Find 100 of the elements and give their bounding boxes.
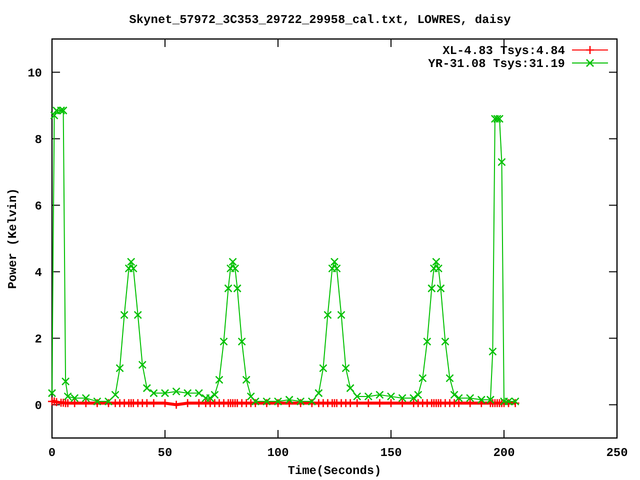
- data-point: [285, 396, 294, 404]
- data-point: [409, 394, 418, 402]
- data-point: [56, 106, 66, 115]
- data-point: [183, 388, 192, 398]
- data-point: [398, 398, 407, 408]
- data-point: [364, 398, 374, 408]
- data-point: [498, 158, 506, 166]
- data-point: [134, 310, 142, 320]
- data-point: [93, 397, 102, 406]
- data-point: [262, 398, 272, 408]
- data-point: [104, 397, 113, 406]
- x-tick-label: 250: [606, 446, 628, 460]
- data-point: [251, 397, 260, 406]
- data-point: [233, 284, 242, 293]
- data-point: [64, 392, 72, 401]
- data-point: [226, 264, 235, 273]
- data-point: [319, 364, 328, 372]
- legend-swatch: [572, 58, 608, 68]
- data-point: [441, 337, 450, 346]
- data-point: [398, 394, 406, 402]
- data-point: [337, 310, 346, 320]
- data-point: [48, 388, 56, 398]
- data-point: [81, 398, 91, 408]
- data-point: [210, 390, 219, 399]
- data-point: [454, 394, 463, 402]
- data-point: [246, 392, 256, 401]
- data-point: [495, 114, 504, 123]
- data-point: [194, 398, 204, 408]
- data-point: [138, 360, 147, 369]
- data-point: [160, 398, 170, 408]
- data-point: [490, 114, 500, 123]
- data-point: [493, 114, 502, 123]
- data-point: [61, 377, 70, 386]
- data-point: [149, 398, 158, 408]
- data-point: [224, 284, 232, 293]
- data-point: [126, 258, 136, 266]
- data-point: [150, 388, 158, 398]
- data-point: [296, 398, 306, 408]
- data-point: [504, 398, 514, 408]
- x-tick-label: 0: [48, 446, 56, 460]
- data-point: [124, 264, 133, 273]
- data-point: [430, 264, 438, 273]
- x-tick-label: 50: [158, 446, 172, 460]
- data-point: [202, 394, 210, 402]
- data-point: [386, 398, 396, 408]
- y-tick-label: 8: [34, 132, 42, 147]
- data-point: [129, 264, 138, 273]
- data-point: [342, 364, 350, 372]
- data-point: [160, 388, 170, 398]
- legend-label: XL-4.83 Tsys:4.84: [442, 44, 565, 58]
- y-tick-label: 2: [34, 332, 42, 346]
- data-point: [364, 392, 373, 401]
- x-tick-label: 150: [380, 446, 402, 460]
- data-point: [432, 258, 440, 266]
- data-point: [142, 398, 152, 408]
- data-point: [50, 396, 59, 406]
- data-point: [59, 106, 68, 115]
- data-point: [273, 398, 283, 408]
- data-point: [465, 398, 475, 408]
- data-point: [182, 398, 192, 408]
- data-point: [486, 396, 495, 404]
- data-point: [504, 397, 513, 406]
- data-point: [346, 398, 355, 408]
- data-point: [386, 392, 396, 401]
- x-tick-label: 200: [493, 446, 515, 460]
- data-point: [228, 258, 237, 266]
- data-point: [418, 374, 427, 382]
- data-point: [332, 264, 341, 273]
- data-point: [330, 258, 339, 266]
- data-point: [70, 394, 79, 402]
- data-point: [92, 398, 102, 408]
- data-point: [284, 398, 294, 408]
- data-point: [120, 310, 128, 320]
- data-point: [352, 392, 362, 401]
- data-point: [454, 398, 464, 408]
- data-point: [511, 397, 520, 406]
- y-tick-label: 6: [34, 199, 42, 214]
- y-axis-label: Power (Kelvin): [6, 188, 20, 289]
- data-point: [434, 264, 443, 273]
- data-point: [423, 337, 432, 346]
- data-point: [428, 284, 436, 293]
- data-point: [242, 376, 251, 384]
- data-point: [194, 388, 204, 398]
- data-point: [238, 337, 246, 346]
- data-point: [328, 264, 336, 273]
- data-point: [510, 398, 520, 408]
- data-point: [414, 390, 422, 399]
- legend-swatch: [572, 45, 608, 55]
- data-point: [436, 284, 445, 293]
- data-point: [488, 347, 497, 356]
- x-axis-label: Time(Seconds): [288, 464, 382, 478]
- data-point: [352, 398, 362, 408]
- data-point: [307, 398, 317, 408]
- data-point: [500, 397, 508, 406]
- data-point: [215, 376, 224, 384]
- data-point: [296, 397, 305, 406]
- data-point: [376, 390, 384, 399]
- legend-label: YR-31.08 Tsys:31.19: [428, 57, 565, 71]
- data-point: [314, 388, 323, 398]
- data-point: [375, 398, 384, 408]
